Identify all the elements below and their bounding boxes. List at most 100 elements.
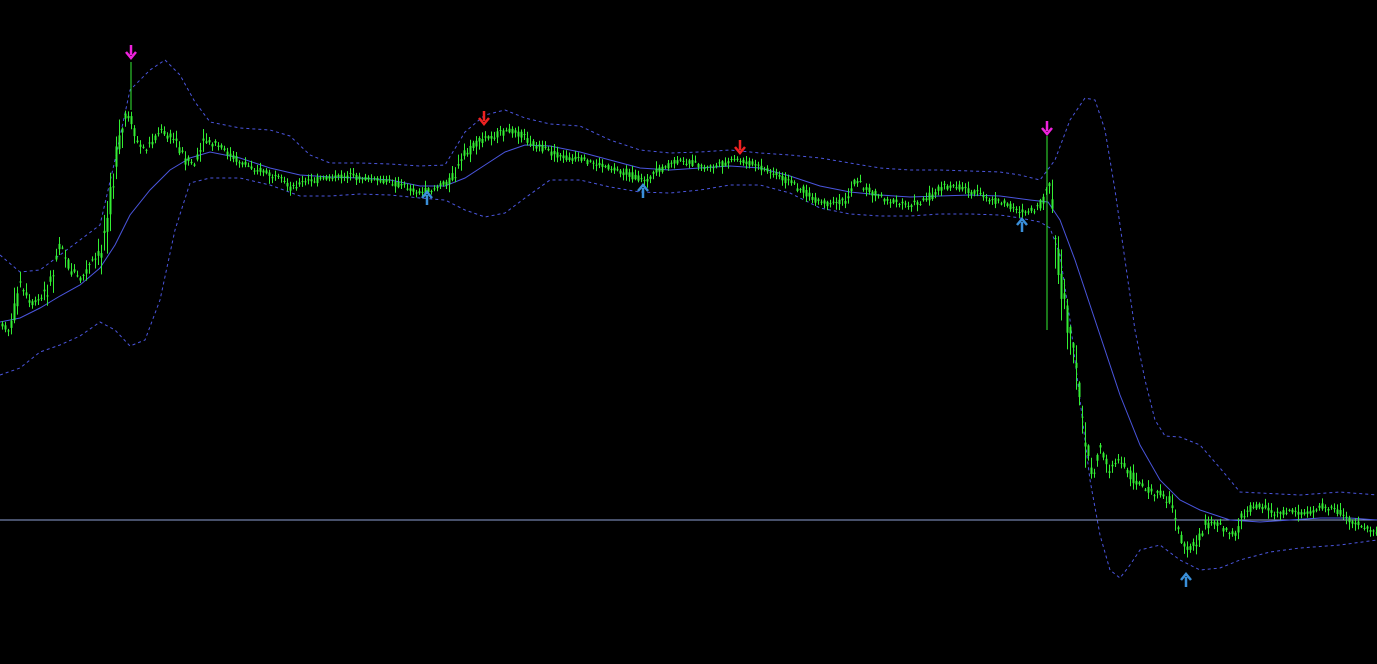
candle-body <box>310 179 313 182</box>
candle-body <box>892 199 895 203</box>
candle-body <box>286 182 289 187</box>
candle-body <box>1201 533 1204 536</box>
candle-body <box>238 162 241 164</box>
candle-body <box>745 161 748 165</box>
candle-body <box>859 181 862 182</box>
candle-body <box>796 188 799 191</box>
candle-body <box>1357 521 1360 526</box>
candle-body <box>1315 509 1318 511</box>
candle-body <box>1282 510 1285 515</box>
candle-body <box>799 189 802 191</box>
candle-body <box>253 170 256 172</box>
candle-body <box>1081 416 1084 418</box>
candle-body <box>793 182 796 184</box>
candle-body <box>1192 542 1195 546</box>
candle-body <box>1108 471 1111 473</box>
candle-body <box>703 167 706 170</box>
candle-body <box>73 269 76 272</box>
candle-body <box>97 251 100 256</box>
candle-body <box>1144 489 1147 491</box>
candle-body <box>895 199 898 203</box>
candle-body <box>1198 533 1201 541</box>
candle-body <box>1351 521 1354 524</box>
candle-body <box>508 128 511 133</box>
candle-body <box>1336 509 1339 514</box>
candle-body <box>58 243 61 250</box>
candle-body <box>976 190 979 192</box>
candle-body <box>112 186 115 188</box>
candle-body <box>382 179 385 183</box>
candle-body <box>721 161 724 167</box>
candle-body <box>814 197 817 203</box>
candle-body <box>1369 530 1372 532</box>
candle-body <box>385 179 388 182</box>
candle-body <box>682 160 685 162</box>
candle-body <box>763 168 766 170</box>
candle-body <box>715 165 718 167</box>
candle-body <box>658 167 661 172</box>
candle-body <box>13 303 16 321</box>
candle-body <box>1078 382 1081 398</box>
candle-body <box>1102 453 1105 458</box>
candle-body <box>1156 491 1159 493</box>
candle-body <box>1165 501 1168 503</box>
candle-body <box>307 179 310 181</box>
candle-body <box>415 192 418 194</box>
candle-body <box>520 131 523 138</box>
candle-body <box>1354 522 1357 525</box>
candle-body <box>676 160 679 164</box>
candle-body <box>760 165 763 171</box>
candle-body <box>1069 327 1072 334</box>
candle-body <box>478 138 481 142</box>
candle-body <box>1240 513 1243 518</box>
candle-body <box>931 194 934 199</box>
candle-body <box>1186 546 1189 550</box>
candle-body <box>1183 543 1186 547</box>
candle-body <box>370 179 373 181</box>
candle-body <box>1321 503 1324 509</box>
candle-body <box>172 139 175 140</box>
candle-body <box>292 185 295 186</box>
candle-body <box>838 199 841 205</box>
candle-body <box>787 179 790 181</box>
candle-body <box>217 145 220 147</box>
candle-body <box>1324 506 1327 508</box>
candle-body <box>1027 211 1030 213</box>
candle-body <box>1180 534 1183 543</box>
candle-body <box>319 177 322 179</box>
candle-body <box>1039 199 1042 209</box>
candle-body <box>352 173 355 176</box>
candle-body <box>1087 445 1090 456</box>
candle-body <box>940 187 943 191</box>
chart-background <box>0 0 1377 664</box>
candle-body <box>994 197 997 204</box>
price-chart <box>0 0 1377 664</box>
candle-body <box>409 188 412 191</box>
candle-body <box>634 174 637 180</box>
candle-body <box>1147 487 1150 493</box>
candle-body <box>547 148 550 151</box>
candle-body <box>346 175 349 179</box>
candle-body <box>1060 273 1063 299</box>
candle-body <box>91 259 94 261</box>
candle-body <box>67 259 70 269</box>
candle-body <box>136 140 139 143</box>
candle-body <box>1105 458 1108 465</box>
candle-body <box>1066 305 1069 333</box>
candle-body <box>583 157 586 160</box>
candle-body <box>502 130 505 136</box>
candle-body <box>616 169 619 171</box>
candle-body <box>574 156 577 160</box>
candle-body <box>43 289 46 292</box>
candle-body <box>331 178 334 180</box>
candle-body <box>1129 470 1132 480</box>
candle-body <box>667 163 670 169</box>
candle-body <box>1348 517 1351 523</box>
candle-body <box>55 255 58 260</box>
candle-body <box>223 148 226 150</box>
candle-body <box>1330 506 1333 508</box>
candle-body <box>262 170 265 173</box>
candle-body <box>1033 211 1036 213</box>
candle-body <box>19 281 22 283</box>
candle-body <box>532 141 535 146</box>
